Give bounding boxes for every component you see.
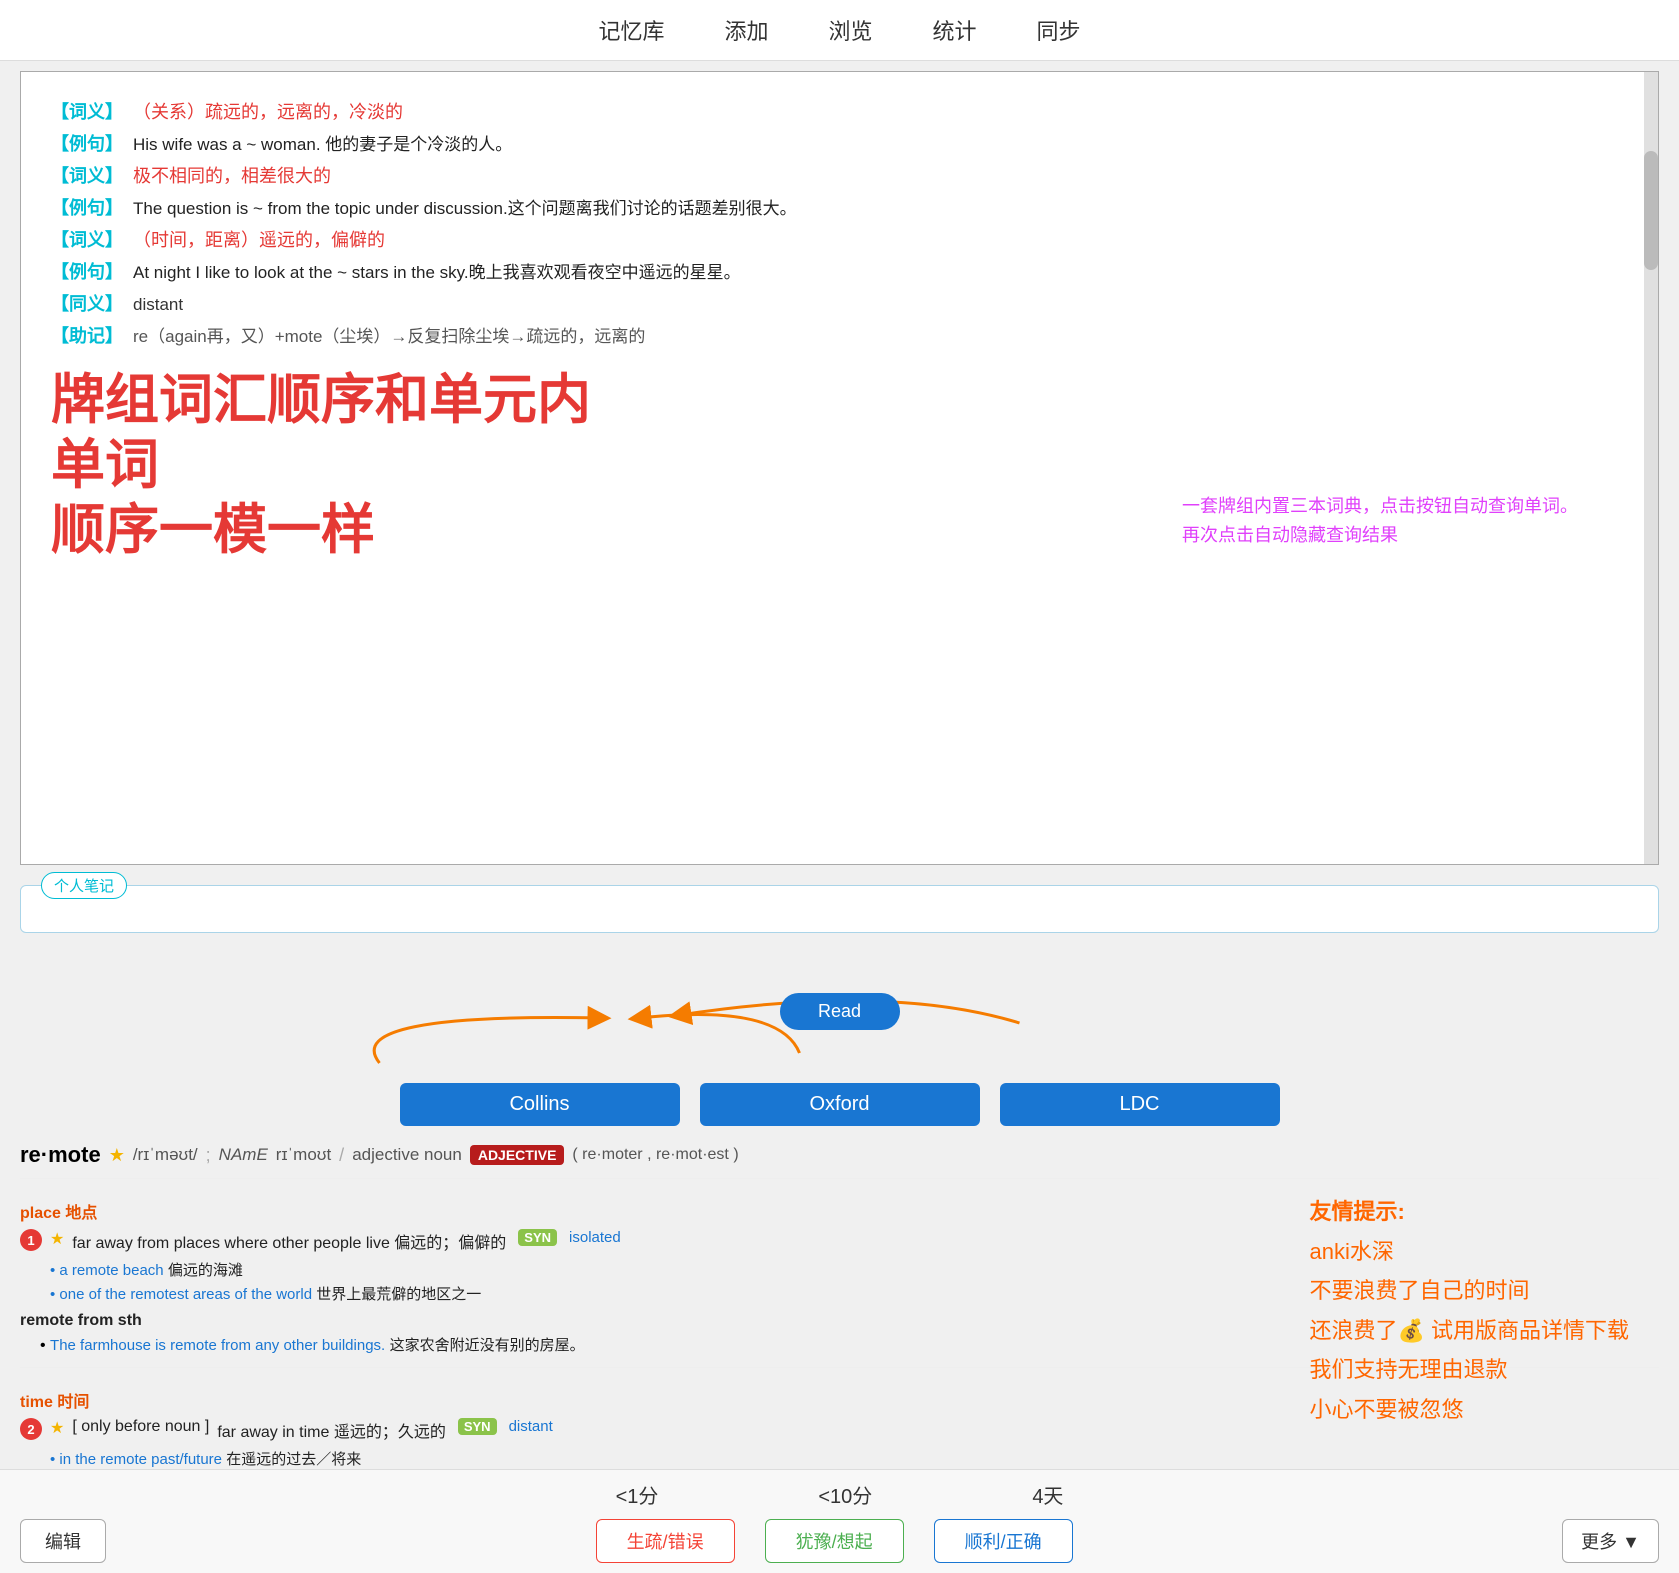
- pos-badge: ADJECTIVE: [470, 1145, 565, 1165]
- def-num-2: 2: [20, 1418, 42, 1440]
- dict-row-1: 【词义】 （关系）疏远的，远离的，冷淡的: [51, 98, 1628, 124]
- phrase-cn: 这家农舍附近没有别的房屋。: [390, 1337, 585, 1354]
- arrow-container: Read: [20, 963, 1659, 1083]
- top-nav: 记忆库 添加 浏览 统计 同步: [0, 0, 1679, 61]
- promo-line2: 单词: [51, 433, 1628, 498]
- dict-buttons: Collins Oxford LDC: [20, 1083, 1659, 1126]
- nav-sync[interactable]: 同步: [1037, 14, 1081, 46]
- example-3: At night I like to look at the ~ stars i…: [133, 258, 741, 283]
- promo-hint-line2: 再次点击自动隐藏查询结果: [1182, 521, 1578, 550]
- def-star-2: ★: [50, 1418, 64, 1438]
- def-num-1: 1: [20, 1229, 42, 1251]
- def-qualifier: [ only before noun ]: [72, 1418, 209, 1436]
- label-liju-3: 【例句】: [51, 258, 123, 284]
- label-tongyi: 【同义】: [51, 290, 123, 316]
- warning-section: 友情提示: anki水深 不要浪费了自己的时间 还浪费了💰 试用版商品详情下载 …: [1309, 1192, 1629, 1430]
- warning-line2: 不要浪费了自己的时间: [1309, 1271, 1629, 1311]
- center-buttons: 生疏/错误 犹豫/想起 顺利/正确: [596, 1519, 1073, 1563]
- time-labels: <1分 <10分 4天: [20, 1480, 1659, 1509]
- mistake-button[interactable]: 生疏/错误: [596, 1519, 735, 1563]
- warning-title: 友情提示:: [1309, 1192, 1629, 1232]
- word-definition-area: 友情提示: anki水深 不要浪费了自己的时间 还浪费了💰 试用版商品详情下载 …: [20, 1142, 1659, 1469]
- time-label-2: <10分: [818, 1480, 872, 1509]
- nav-stats[interactable]: 统计: [933, 14, 977, 46]
- edit-button[interactable]: 编辑: [20, 1519, 106, 1563]
- meaning-3: （时间，距离）遥远的，偏僻的: [133, 226, 385, 252]
- word-star: ★: [109, 1145, 125, 1166]
- warning-line4: 我们支持无理由退款: [1309, 1350, 1629, 1390]
- notes-input[interactable]: [41, 904, 1638, 922]
- dict-row-4: 【例句】 The question is ~ from the topic un…: [51, 194, 1628, 220]
- dict-section: 【词义】 （关系）疏远的，远离的，冷淡的 【例句】 His wife was a…: [51, 98, 1628, 348]
- notes-label: 个人笔记: [41, 872, 127, 899]
- bottom-bar: <1分 <10分 4天 编辑 生疏/错误 犹豫/想起 顺利/正确 更多 ▼: [0, 1469, 1679, 1573]
- collins-button[interactable]: Collins: [400, 1083, 680, 1126]
- dict-row-5: 【词义】 （时间，距离）遥远的，偏僻的: [51, 226, 1628, 252]
- scrollbar-track[interactable]: [1644, 72, 1658, 864]
- def-text-1: far away from places where other people …: [72, 1229, 506, 1253]
- nav-browse[interactable]: 浏览: [828, 14, 872, 46]
- pos-sep: /: [339, 1145, 344, 1166]
- syn-word-2: distant: [509, 1418, 553, 1435]
- phonetic-am: rɪˈmoʊt: [276, 1145, 331, 1165]
- example-2: The question is ~ from the topic under d…: [133, 194, 797, 219]
- dict-row-7: 【同义】 distant: [51, 290, 1628, 316]
- warning-line3: 还浪费了💰 试用版商品详情下载: [1309, 1311, 1629, 1351]
- label-liju-1: 【例句】: [51, 130, 123, 156]
- memory-label: 【助记】: [51, 322, 123, 348]
- meaning-1: （关系）疏远的，远离的，冷淡的: [133, 98, 403, 124]
- dict-row-2: 【例句】 His wife was a ~ woman. 他的妻子是个冷淡的人。: [51, 130, 1628, 156]
- example-1: His wife was a ~ woman. 他的妻子是个冷淡的人。: [133, 130, 512, 155]
- word-header: re·mote ★ /rɪˈməʊt/ ; NAmE rɪˈmoʊt / adj…: [20, 1142, 1659, 1168]
- hesitate-button[interactable]: 犹豫/想起: [765, 1519, 904, 1563]
- label-ciyi-2: 【词义】: [51, 162, 123, 188]
- oxford-button[interactable]: Oxford: [700, 1083, 980, 1126]
- read-button[interactable]: Read: [780, 993, 900, 1030]
- name-label: NAmE: [219, 1145, 268, 1165]
- correct-button[interactable]: 顺利/正确: [934, 1519, 1073, 1563]
- promo-line1: 牌组词汇顺序和单元内: [51, 368, 1628, 433]
- dict-tabs-area: Read Collins Oxford LDC: [20, 963, 1659, 1142]
- memory-tip-row: 【助记】 re（again再，又）+mote（尘埃）→反复扫除尘埃→疏远的，远离…: [51, 322, 1628, 348]
- time-label-3: 4天: [1032, 1480, 1063, 1509]
- main-content: 【词义】 （关系）疏远的，远离的，冷淡的 【例句】 His wife was a…: [20, 71, 1659, 865]
- promo-hint: 一套牌组内置三本词典，点击按钮自动查询单词。 再次点击自动隐藏查询结果: [1182, 492, 1578, 550]
- warning-line1: anki水深: [1309, 1232, 1629, 1272]
- label-ciyi-3: 【词义】: [51, 226, 123, 252]
- pos-label: adjective noun: [352, 1145, 462, 1165]
- inflection: ( re·moter , re·mot·est ): [572, 1146, 738, 1164]
- def-text-2: far away in time 遥远的；久远的: [217, 1418, 446, 1442]
- label-liju-2: 【例句】: [51, 194, 123, 220]
- time-label-1: <1分: [616, 1480, 659, 1509]
- nav-add[interactable]: 添加: [724, 14, 768, 46]
- phonetic-br: /rɪˈməʊt/: [133, 1145, 198, 1165]
- syn-tag-2: SYN: [458, 1418, 497, 1435]
- dict-row-3: 【词义】 极不相同的，相差很大的: [51, 162, 1628, 188]
- nav-memory[interactable]: 记忆库: [598, 14, 664, 46]
- synonym: distant: [133, 295, 183, 315]
- action-buttons: 编辑 生疏/错误 犹豫/想起 顺利/正确 更多 ▼: [20, 1519, 1659, 1563]
- sub-example-3: • in the remote past/future 在遥远的过去／将来: [50, 1448, 1659, 1469]
- notes-section: 个人笔记: [20, 885, 1659, 933]
- more-button[interactable]: 更多 ▼: [1562, 1519, 1659, 1563]
- def-star-1: ★: [50, 1229, 64, 1249]
- phonetic-sep: ;: [206, 1145, 211, 1166]
- memory-text: re（again再，又）+mote（尘埃）→反复扫除尘埃→疏远的，远离的: [133, 322, 645, 347]
- phrase-example: The farmhouse is remote from any other b…: [50, 1337, 385, 1354]
- scrollbar-thumb[interactable]: [1644, 151, 1658, 270]
- promo-hint-line1: 一套牌组内置三本词典，点击按钮自动查询单词。: [1182, 492, 1578, 521]
- ldc-button[interactable]: LDC: [1000, 1083, 1280, 1126]
- label-ciyi-1: 【词义】: [51, 98, 123, 124]
- word-text: re·mote: [20, 1142, 101, 1168]
- warning-line5: 小心不要被忽悠: [1309, 1390, 1629, 1430]
- dict-row-6: 【例句】 At night I like to look at the ~ st…: [51, 258, 1628, 284]
- syn-word-1: isolated: [569, 1229, 621, 1246]
- syn-tag-1: SYN: [518, 1229, 557, 1246]
- meaning-2: 极不相同的，相差很大的: [133, 162, 331, 188]
